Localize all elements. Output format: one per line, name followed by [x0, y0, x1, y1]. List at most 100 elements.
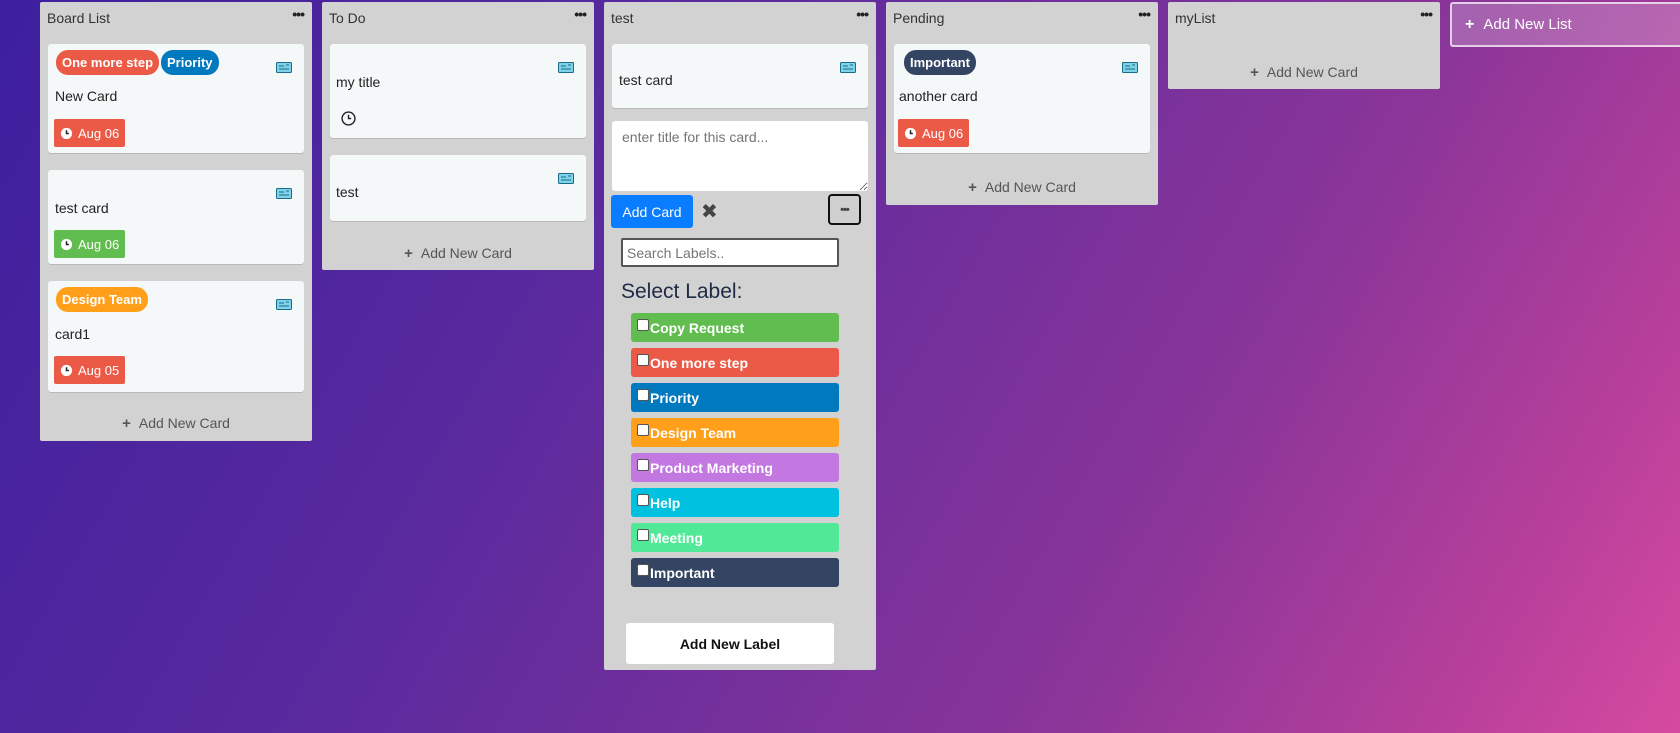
due-date-text: Aug 05 [78, 362, 120, 378]
add-card-button[interactable]: Add Card [611, 195, 693, 228]
card-description-icon [1122, 62, 1138, 73]
card-title: card1 [55, 326, 91, 342]
card-title-input[interactable] [612, 121, 868, 191]
due-date-badge: Aug 06 [54, 119, 126, 147]
clock-icon [60, 364, 73, 376]
list-title: test [611, 10, 634, 26]
card-label-important: Important [904, 50, 976, 75]
list-menu-icon[interactable]: ••• [1420, 7, 1433, 27]
card-label-priority: Priority [161, 50, 219, 75]
select-label-heading: Select Label: [621, 280, 743, 303]
list-header: test ••• [604, 2, 876, 34]
add-new-card-button[interactable]: + Add New Card [1168, 64, 1440, 81]
card-description-icon [558, 173, 574, 184]
card-description-icon [276, 62, 292, 73]
clock-icon [904, 127, 917, 139]
list-menu-icon[interactable]: ••• [1138, 7, 1151, 27]
search-labels-input[interactable] [621, 238, 839, 267]
due-date-badge: Aug 05 [54, 356, 126, 384]
card-title: New Card [55, 88, 118, 104]
label-option-priority[interactable]: Priority [631, 383, 839, 412]
card-test-card[interactable]: test card [612, 44, 868, 108]
add-new-label-button[interactable]: Add New Label [626, 623, 834, 664]
plus-icon: + [968, 179, 977, 196]
label-option-important[interactable]: Important [631, 558, 839, 587]
card-card1[interactable]: Design Team card1 Aug 05 [48, 281, 304, 392]
add-new-card-button[interactable]: + Add New Card [322, 245, 594, 262]
add-new-card-label: Add New Card [420, 245, 512, 261]
list-menu-icon[interactable]: ••• [292, 7, 305, 27]
label-option-meeting[interactable]: Meeting [631, 523, 839, 552]
card-description-icon [276, 188, 292, 199]
more-options-button[interactable]: ••• [828, 194, 861, 225]
card-label-one-more-step: One more step [56, 50, 160, 75]
label-option-text: Product Marketing [650, 459, 773, 476]
list-title: To Do [329, 10, 366, 26]
list-title: Board List [47, 10, 111, 26]
list-menu-icon[interactable]: ••• [574, 7, 587, 27]
add-new-card-button[interactable]: + Add New Card [886, 179, 1158, 196]
label-checkbox[interactable] [637, 389, 649, 401]
add-new-list-button[interactable]: + Add New List [1450, 2, 1680, 47]
list-pending: Pending ••• Important another card Aug 0… [886, 2, 1158, 205]
label-option-help[interactable]: Help [631, 488, 839, 517]
card-title: my title [336, 74, 381, 90]
card-label-design-team: Design Team [56, 287, 148, 312]
label-option-text: Important [650, 564, 715, 581]
label-option-text: One more step [650, 354, 749, 371]
list-header: To Do ••• [322, 2, 594, 34]
clock-icon [60, 127, 73, 139]
label-checkbox[interactable] [637, 529, 649, 541]
label-option-product-marketing[interactable]: Product Marketing [631, 453, 839, 482]
card-title: test card [619, 72, 673, 88]
due-date-text: Aug 06 [922, 125, 964, 141]
list-header: myList ••• [1168, 2, 1440, 34]
label-checkbox[interactable] [637, 494, 649, 506]
label-option-one-more-step[interactable]: One more step [631, 348, 839, 377]
card-description-icon [840, 62, 856, 73]
list-header: Board List ••• [40, 2, 312, 34]
list-mylist: myList ••• + Add New Card [1168, 2, 1440, 89]
label-option-text: Meeting [650, 529, 703, 546]
clock-icon [60, 238, 73, 250]
label-option-design-team[interactable]: Design Team [631, 418, 839, 447]
label-checkbox[interactable] [637, 354, 649, 366]
label-option-text: Priority [650, 389, 700, 406]
label-checkbox[interactable] [637, 424, 649, 436]
card-description-icon [276, 299, 292, 310]
card-description-icon [558, 62, 574, 73]
due-date-badge: Aug 06 [898, 119, 970, 147]
plus-icon: + [1250, 64, 1259, 81]
card-my-title[interactable]: my title [330, 44, 586, 138]
list-board-list: Board List ••• One more step Priority Ne… [40, 2, 312, 441]
due-date-text: Aug 06 [78, 125, 120, 141]
add-new-card-label: Add New Card [138, 415, 230, 431]
label-option-copy-request[interactable]: Copy Request [631, 313, 839, 342]
plus-icon: + [1465, 15, 1475, 33]
card-another-card[interactable]: Important another card Aug 06 [894, 44, 1150, 153]
card-title: test card [55, 200, 109, 216]
list-title: Pending [893, 10, 945, 26]
label-checkbox[interactable] [637, 459, 649, 471]
list-title: myList [1175, 10, 1216, 26]
card-new-card[interactable]: One more step Priority New Card Aug 06 [48, 44, 304, 153]
add-new-list-label: Add New List [1483, 16, 1572, 33]
plus-icon: + [404, 245, 413, 262]
card-test-card[interactable]: test card Aug 06 [48, 170, 304, 264]
add-new-card-label: Add New Card [1266, 64, 1358, 80]
due-date-text: Aug 06 [78, 236, 120, 252]
list-header: Pending ••• [886, 2, 1158, 34]
card-test[interactable]: test [330, 155, 586, 221]
list-menu-icon[interactable]: ••• [856, 7, 869, 27]
label-option-text: Design Team [650, 424, 737, 441]
add-new-card-button[interactable]: + Add New Card [40, 415, 312, 432]
plus-icon: + [122, 415, 131, 432]
label-checkbox[interactable] [637, 564, 649, 576]
card-title: test [336, 184, 359, 200]
label-option-text: Copy Request [650, 319, 745, 336]
label-option-text: Help [650, 494, 681, 511]
add-new-card-label: Add New Card [984, 179, 1076, 195]
clock-icon [341, 111, 356, 126]
label-checkbox[interactable] [637, 319, 649, 331]
close-icon[interactable]: ✖ [701, 199, 718, 224]
